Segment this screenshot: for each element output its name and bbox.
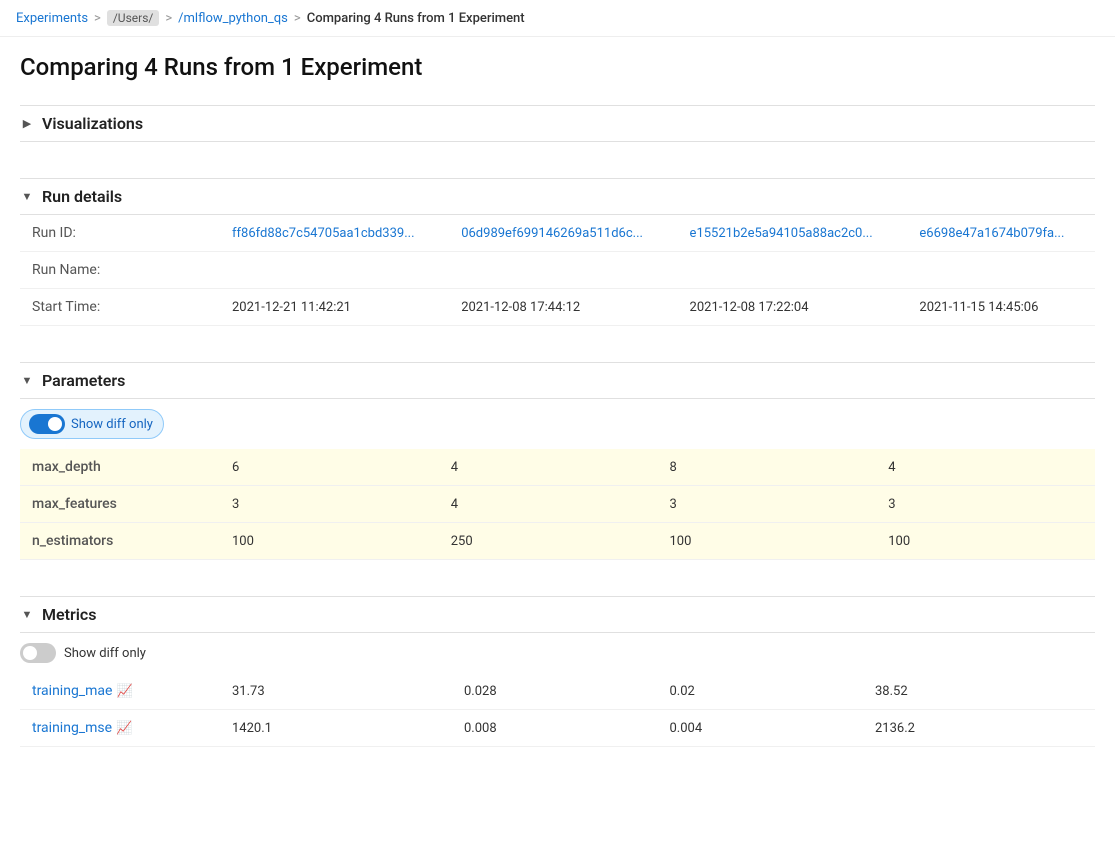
start-time-value-3: 2021-12-08 17:22:04 (678, 289, 908, 326)
metrics-show-diff-toggle[interactable] (20, 643, 56, 663)
metric-value-mse-1: 1420.1 (220, 710, 452, 747)
metric-value-mae-1: 31.73 (220, 673, 452, 710)
metrics-toggle-row: Show diff only (20, 633, 1095, 673)
metrics-table: training_mae 📈 31.73 0.028 0.02 38.52 tr… (20, 673, 1095, 747)
run-name-value-4 (907, 252, 1095, 289)
run-id-value-1: ff86fd88c7c54705aa1cbd339... (220, 215, 449, 252)
run-id-value-3: e15521b2e5a94105a88ac2c0... (678, 215, 908, 252)
training-mae-chart-icon: 📈 (116, 684, 132, 699)
param-value-n-estimators-2: 250 (439, 523, 658, 560)
table-row: Run Name: (20, 252, 1095, 289)
table-row: max_features 3 4 3 3 (20, 486, 1095, 523)
run-name-value-3 (678, 252, 908, 289)
metrics-section: ▼ Metrics Show diff only training_mae 📈 … (20, 596, 1095, 747)
param-value-n-estimators-1: 100 (220, 523, 439, 560)
parameters-table: max_depth 6 4 8 4 max_features 3 4 3 3 n… (20, 449, 1095, 560)
run-id-link-2[interactable]: 06d989ef699146269a511d6c... (461, 226, 643, 241)
training-mae-text: training_mae (32, 683, 112, 699)
metrics-show-diff-label: Show diff only (64, 646, 146, 661)
parameters-section: ▼ Parameters Show diff only max_depth 6 … (20, 362, 1095, 560)
start-time-label: Start Time: (20, 289, 220, 326)
training-mse-text: training_mse (32, 720, 112, 736)
start-time-value-2: 2021-12-08 17:44:12 (449, 289, 677, 326)
metric-value-mse-4: 2136.2 (863, 710, 1095, 747)
visualizations-section-header[interactable]: ▶ Visualizations (20, 105, 1095, 142)
table-row: n_estimators 100 250 100 100 (20, 523, 1095, 560)
parameters-toggle-thumb (48, 417, 62, 431)
breadcrumb-sep-2: > (165, 11, 172, 26)
page-title: Comparing 4 Runs from 1 Experiment (20, 53, 1095, 81)
metrics-chevron: ▼ (20, 608, 34, 621)
param-label-max-features: max_features (20, 486, 220, 523)
parameters-title: Parameters (42, 371, 125, 390)
run-details-table: Run ID: ff86fd88c7c54705aa1cbd339... 06d… (20, 215, 1095, 326)
param-value-max-features-1: 3 (220, 486, 439, 523)
breadcrumb-user: /Users/ (107, 10, 160, 26)
visualizations-title: Visualizations (42, 114, 143, 133)
visualizations-section: ▶ Visualizations (20, 105, 1095, 142)
run-name-value-1 (220, 252, 449, 289)
run-details-chevron: ▼ (20, 190, 34, 203)
metric-label-training-mse: training_mse 📈 (20, 710, 220, 747)
breadcrumb-experiment-name[interactable]: /mlflow_python_qs (178, 11, 288, 26)
table-row: training_mae 📈 31.73 0.028 0.02 38.52 (20, 673, 1095, 710)
visualizations-chevron: ▶ (20, 117, 34, 130)
metric-value-mae-3: 0.02 (657, 673, 862, 710)
metrics-toggle-thumb (23, 646, 37, 660)
param-value-max-depth-2: 4 (439, 449, 658, 486)
metric-value-mse-3: 0.004 (657, 710, 862, 747)
run-name-value-2 (449, 252, 677, 289)
param-value-max-features-4: 3 (876, 486, 1095, 523)
parameters-toggle-switch[interactable] (29, 414, 65, 434)
table-row: Start Time: 2021-12-21 11:42:21 2021-12-… (20, 289, 1095, 326)
param-value-max-features-2: 4 (439, 486, 658, 523)
start-time-value-4: 2021-11-15 14:45:06 (907, 289, 1095, 326)
param-value-n-estimators-3: 100 (658, 523, 877, 560)
training-mae-link[interactable]: training_mae 📈 (32, 683, 208, 699)
parameters-show-diff-label: Show diff only (71, 417, 153, 432)
param-label-n-estimators: n_estimators (20, 523, 220, 560)
metric-value-mae-4: 38.52 (863, 673, 1095, 710)
param-value-max-depth-1: 6 (220, 449, 439, 486)
run-id-value-4: e6698e47a1674b079fa... (907, 215, 1095, 252)
param-value-max-depth-4: 4 (876, 449, 1095, 486)
breadcrumb-sep-3: > (294, 11, 301, 26)
table-row: max_depth 6 4 8 4 (20, 449, 1095, 486)
run-id-value-2: 06d989ef699146269a511d6c... (449, 215, 677, 252)
run-id-link-4[interactable]: e6698e47a1674b079fa... (919, 226, 1064, 241)
breadcrumb: Experiments > /Users/ > /mlflow_python_q… (0, 0, 1115, 37)
metrics-title: Metrics (42, 605, 96, 624)
run-id-label: Run ID: (20, 215, 220, 252)
start-time-value-1: 2021-12-21 11:42:21 (220, 289, 449, 326)
run-details-section: ▼ Run details Run ID: ff86fd88c7c54705aa… (20, 178, 1095, 326)
training-mse-link[interactable]: training_mse 📈 (32, 720, 208, 736)
parameters-chevron: ▼ (20, 374, 34, 387)
metrics-section-header[interactable]: ▼ Metrics (20, 596, 1095, 633)
run-details-section-header[interactable]: ▼ Run details (20, 178, 1095, 215)
run-details-title: Run details (42, 187, 122, 206)
param-value-n-estimators-4: 100 (876, 523, 1095, 560)
run-name-label: Run Name: (20, 252, 220, 289)
run-id-link-1[interactable]: ff86fd88c7c54705aa1cbd339... (232, 226, 415, 241)
metric-value-mse-2: 0.008 (452, 710, 657, 747)
breadcrumb-sep-1: > (94, 11, 101, 26)
run-id-link-3[interactable]: e15521b2e5a94105a88ac2c0... (690, 226, 873, 241)
breadcrumb-current: Comparing 4 Runs from 1 Experiment (307, 11, 525, 26)
param-label-max-depth: max_depth (20, 449, 220, 486)
training-mse-chart-icon: 📈 (116, 721, 132, 736)
metric-label-training-mae: training_mae 📈 (20, 673, 220, 710)
param-value-max-features-3: 3 (658, 486, 877, 523)
param-value-max-depth-3: 8 (658, 449, 877, 486)
table-row: Run ID: ff86fd88c7c54705aa1cbd339... 06d… (20, 215, 1095, 252)
parameters-toggle-row: Show diff only (20, 399, 1095, 449)
parameters-show-diff-toggle[interactable]: Show diff only (20, 409, 164, 439)
table-row: training_mse 📈 1420.1 0.008 0.004 2136.2 (20, 710, 1095, 747)
parameters-section-header[interactable]: ▼ Parameters (20, 362, 1095, 399)
breadcrumb-experiments[interactable]: Experiments (16, 11, 88, 26)
metric-value-mae-2: 0.028 (452, 673, 657, 710)
